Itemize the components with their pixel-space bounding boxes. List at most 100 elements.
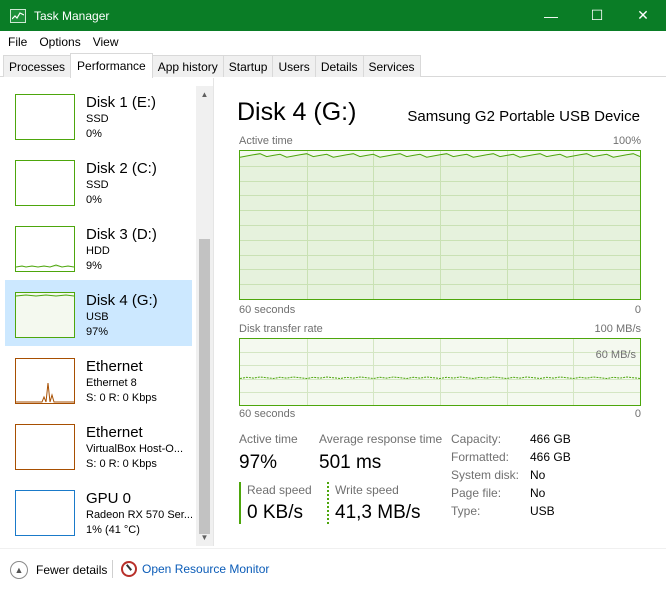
device-usage: 1% (41 °C) — [86, 524, 140, 536]
write-speed-label: Write speed — [335, 483, 399, 497]
device-type: HDD — [86, 245, 110, 257]
title-bar: Task Manager — ☐ ✕ — [0, 0, 666, 31]
menu-options[interactable]: Options — [35, 35, 84, 49]
footer: ▲ Fewer details Open Resource Monitor — [0, 548, 666, 593]
scroll-down-icon[interactable]: ▼ — [196, 529, 213, 546]
type-label: Type: — [451, 504, 481, 518]
device-name: Disk 3 (D:) — [86, 226, 157, 243]
device-item-disk-1[interactable]: Disk 1 (E:) SSD 0% — [5, 82, 192, 148]
disk-title: Disk 4 (G:) — [237, 98, 357, 126]
window-title: Task Manager — [34, 8, 110, 23]
device-thumbnail-graph — [15, 94, 75, 140]
transfer-rate-scale-label: 60 MB/s — [595, 349, 636, 361]
active-time-graph — [239, 150, 641, 300]
device-thumbnail-graph — [15, 358, 75, 404]
device-thumbnail-graph — [15, 424, 75, 470]
transfer-rate-max-label: 100 MB/s — [594, 323, 641, 335]
type-value: USB — [530, 504, 555, 518]
minimize-button[interactable]: — — [528, 0, 574, 31]
avg-response-time-value: 501 ms — [319, 452, 382, 473]
tab-app-history[interactable]: App history — [151, 55, 224, 77]
active-time-max-label: 100% — [612, 135, 641, 147]
close-button[interactable]: ✕ — [620, 0, 666, 31]
tab-users[interactable]: Users — [272, 55, 316, 77]
device-usage: 97% — [86, 326, 109, 338]
device-name: Disk 2 (C:) — [86, 160, 157, 177]
capacity-label: Capacity: — [451, 432, 502, 446]
device-adapter: VirtualBox Host-O... — [86, 443, 183, 455]
device-adapter: Ethernet 8 — [86, 377, 137, 389]
fewer-details-button[interactable]: ▲ Fewer details — [10, 561, 107, 579]
device-type: SSD — [86, 113, 109, 125]
device-list-scrollbar[interactable]: ▲ ▼ — [196, 86, 213, 546]
write-speed-value: 41,3 MB/s — [335, 502, 421, 523]
transfer-rate-graph-label: Disk transfer rate — [239, 323, 323, 335]
system-disk-label: System disk: — [451, 468, 520, 482]
device-thumbnail-graph — [15, 226, 75, 272]
chevron-up-icon: ▲ — [10, 561, 28, 579]
system-disk-value: No — [530, 468, 546, 482]
tab-performance[interactable]: Performance — [70, 53, 153, 78]
avg-response-time-label: Average response time — [319, 432, 443, 446]
formatted-label: Formatted: — [451, 450, 510, 464]
device-item-disk-3[interactable]: Disk 3 (D:) HDD 9% — [5, 214, 192, 280]
read-speed-indicator — [239, 482, 241, 524]
device-throughput: S: 0 R: 0 Kbps — [86, 392, 157, 404]
formatted-value: 466 GB — [530, 450, 571, 464]
tab-processes[interactable]: Processes — [3, 55, 72, 77]
transfer-rate-graph-plot — [240, 339, 640, 405]
device-item-gpu-0[interactable]: GPU 0 Radeon RX 570 Ser... 1% (41 °C) — [5, 478, 192, 542]
device-name: Disk 4 (G:) — [86, 292, 158, 309]
device-usage: 9% — [86, 260, 102, 272]
active-time-x-label: 60 seconds — [239, 304, 296, 316]
scroll-up-icon[interactable]: ▲ — [196, 86, 213, 103]
write-speed-indicator — [327, 482, 329, 524]
open-resource-monitor-link[interactable]: Open Resource Monitor — [121, 561, 269, 577]
device-item-ethernet-2[interactable]: Ethernet VirtualBox Host-O... S: 0 R: 0 … — [5, 412, 192, 478]
device-usage: 0% — [86, 128, 102, 140]
device-usage: 0% — [86, 194, 102, 206]
menu-bar: File Options View — [0, 31, 666, 53]
tab-services[interactable]: Services — [362, 55, 421, 77]
transfer-rate-graph: 60 MB/s — [239, 338, 641, 406]
menu-view[interactable]: View — [89, 35, 123, 49]
active-time-value: 97% — [239, 452, 278, 473]
device-model: Radeon RX 570 Ser... — [86, 509, 192, 521]
device-type: USB — [86, 311, 109, 323]
active-time-graph-plot — [240, 151, 640, 299]
transfer-rate-min-label: 0 — [634, 408, 641, 420]
active-time-min-label: 0 — [634, 304, 641, 316]
resource-monitor-icon — [121, 561, 137, 577]
tab-strip: Processes Performance App history Startu… — [0, 53, 666, 78]
device-name: GPU 0 — [86, 490, 132, 507]
device-name: Disk 1 (E:) — [86, 94, 157, 111]
tab-startup[interactable]: Startup — [222, 55, 274, 77]
device-thumbnail-graph — [15, 160, 75, 206]
usage-area — [240, 153, 640, 299]
device-item-ethernet-1[interactable]: Ethernet Ethernet 8 S: 0 R: 0 Kbps — [5, 346, 192, 412]
fewer-details-label: Fewer details — [36, 563, 108, 577]
device-thumbnail-graph — [15, 292, 75, 338]
task-manager-icon — [10, 8, 26, 23]
device-list-panel: Disk 1 (E:) SSD 0% Disk 2 (C:) SSD 0% Di… — [0, 78, 214, 546]
read-speed-value: 0 KB/s — [247, 502, 303, 523]
page-file-value: No — [530, 486, 546, 500]
device-throughput: S: 0 R: 0 Kbps — [86, 458, 157, 470]
open-resource-monitor-label: Open Resource Monitor — [142, 562, 270, 576]
device-item-disk-4[interactable]: Disk 4 (G:) USB 97% — [5, 280, 192, 346]
menu-file[interactable]: File — [4, 35, 31, 49]
disk-detail-panel: Disk 4 (G:) Samsung G2 Portable USB Devi… — [215, 78, 666, 546]
page-file-label: Page file: — [451, 486, 502, 500]
scrollbar-thumb[interactable] — [199, 239, 210, 534]
footer-divider — [112, 560, 113, 578]
device-item-disk-2[interactable]: Disk 2 (C:) SSD 0% — [5, 148, 192, 214]
maximize-button[interactable]: ☐ — [574, 0, 620, 31]
tab-details[interactable]: Details — [314, 55, 364, 77]
transfer-rate-x-label: 60 seconds — [239, 408, 296, 420]
disk-model: Samsung G2 Portable USB Device — [407, 108, 640, 125]
active-time-graph-label: Active time — [239, 135, 293, 147]
device-name: Ethernet — [86, 358, 143, 375]
device-thumbnail-graph — [15, 490, 75, 536]
device-list: Disk 1 (E:) SSD 0% Disk 2 (C:) SSD 0% Di… — [5, 82, 192, 542]
device-name: Ethernet — [86, 424, 143, 441]
